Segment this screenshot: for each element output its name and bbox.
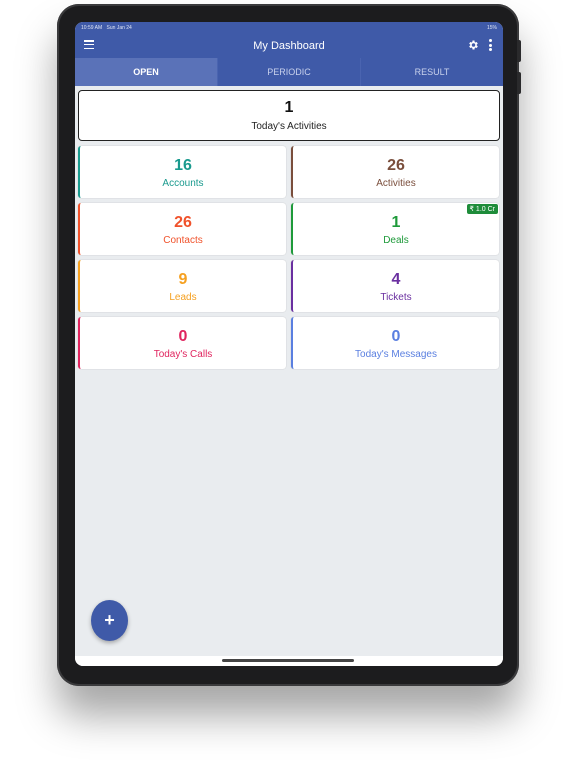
todays-activities-card[interactable]: 1 Today's Activities: [78, 90, 500, 141]
menu-icon[interactable]: [84, 40, 94, 50]
todays-messages-card[interactable]: 0 Today's Messages: [291, 317, 499, 369]
home-indicator: [222, 659, 354, 662]
metrics-grid: 16 Accounts 26 Activities 26 Contacts ₹ …: [78, 146, 500, 369]
app-screen: 10:59 AM Sun Jan 24 15% My Dashboard OPE…: [75, 22, 503, 666]
tickets-count: 4: [391, 270, 401, 288]
dashboard-content: 1 Today's Activities 16 Accounts 26 Acti…: [75, 86, 503, 369]
status-date: Sun Jan 24: [106, 24, 132, 31]
tickets-card[interactable]: 4 Tickets: [291, 260, 499, 312]
accounts-label: Accounts: [162, 177, 204, 189]
leads-card[interactable]: 9 Leads: [78, 260, 286, 312]
deals-count: 1: [391, 213, 401, 231]
status-time: 10:59 AM: [81, 24, 103, 31]
todays-activities-label: Today's Activities: [251, 121, 327, 132]
contacts-count: 26: [174, 213, 192, 231]
deals-value-badge: ₹ 1.0 Cr: [466, 204, 498, 214]
leads-label: Leads: [169, 291, 197, 303]
todays-messages-count: 0: [391, 327, 401, 345]
plus-icon: +: [104, 610, 115, 630]
accounts-count: 16: [174, 156, 192, 174]
contacts-card[interactable]: 26 Contacts: [78, 203, 286, 255]
activities-label: Activities: [376, 177, 416, 189]
status-bar: 10:59 AM Sun Jan 24 15%: [75, 22, 503, 33]
todays-calls-card[interactable]: 0 Today's Calls: [78, 317, 286, 369]
side-button-volume-up: [517, 40, 521, 62]
activities-count: 26: [387, 156, 405, 174]
todays-messages-label: Today's Messages: [355, 348, 437, 360]
side-button-volume-down: [517, 72, 521, 94]
todays-calls-count: 0: [178, 327, 188, 345]
activities-card[interactable]: 26 Activities: [291, 146, 499, 198]
contacts-label: Contacts: [163, 234, 203, 246]
deals-label: Deals: [383, 234, 409, 246]
tab-periodic[interactable]: PERIODIC: [218, 58, 361, 86]
tab-bar: OPEN PERIODIC RESULT: [75, 58, 503, 86]
tab-result[interactable]: RESULT: [361, 58, 503, 86]
gear-icon[interactable]: [467, 39, 479, 51]
status-battery: 15%: [486, 24, 497, 31]
add-button[interactable]: +: [91, 600, 128, 641]
leads-count: 9: [178, 270, 188, 288]
app-bar: My Dashboard: [75, 33, 503, 58]
deals-card[interactable]: ₹ 1.0 Cr 1 Deals: [291, 203, 499, 255]
page-title: My Dashboard: [253, 39, 325, 52]
accounts-card[interactable]: 16 Accounts: [78, 146, 286, 198]
todays-activities-count: 1: [284, 99, 294, 116]
todays-calls-label: Today's Calls: [153, 348, 213, 360]
tickets-label: Tickets: [380, 291, 412, 303]
tab-open[interactable]: OPEN: [75, 58, 218, 86]
more-vertical-icon[interactable]: [489, 39, 493, 53]
